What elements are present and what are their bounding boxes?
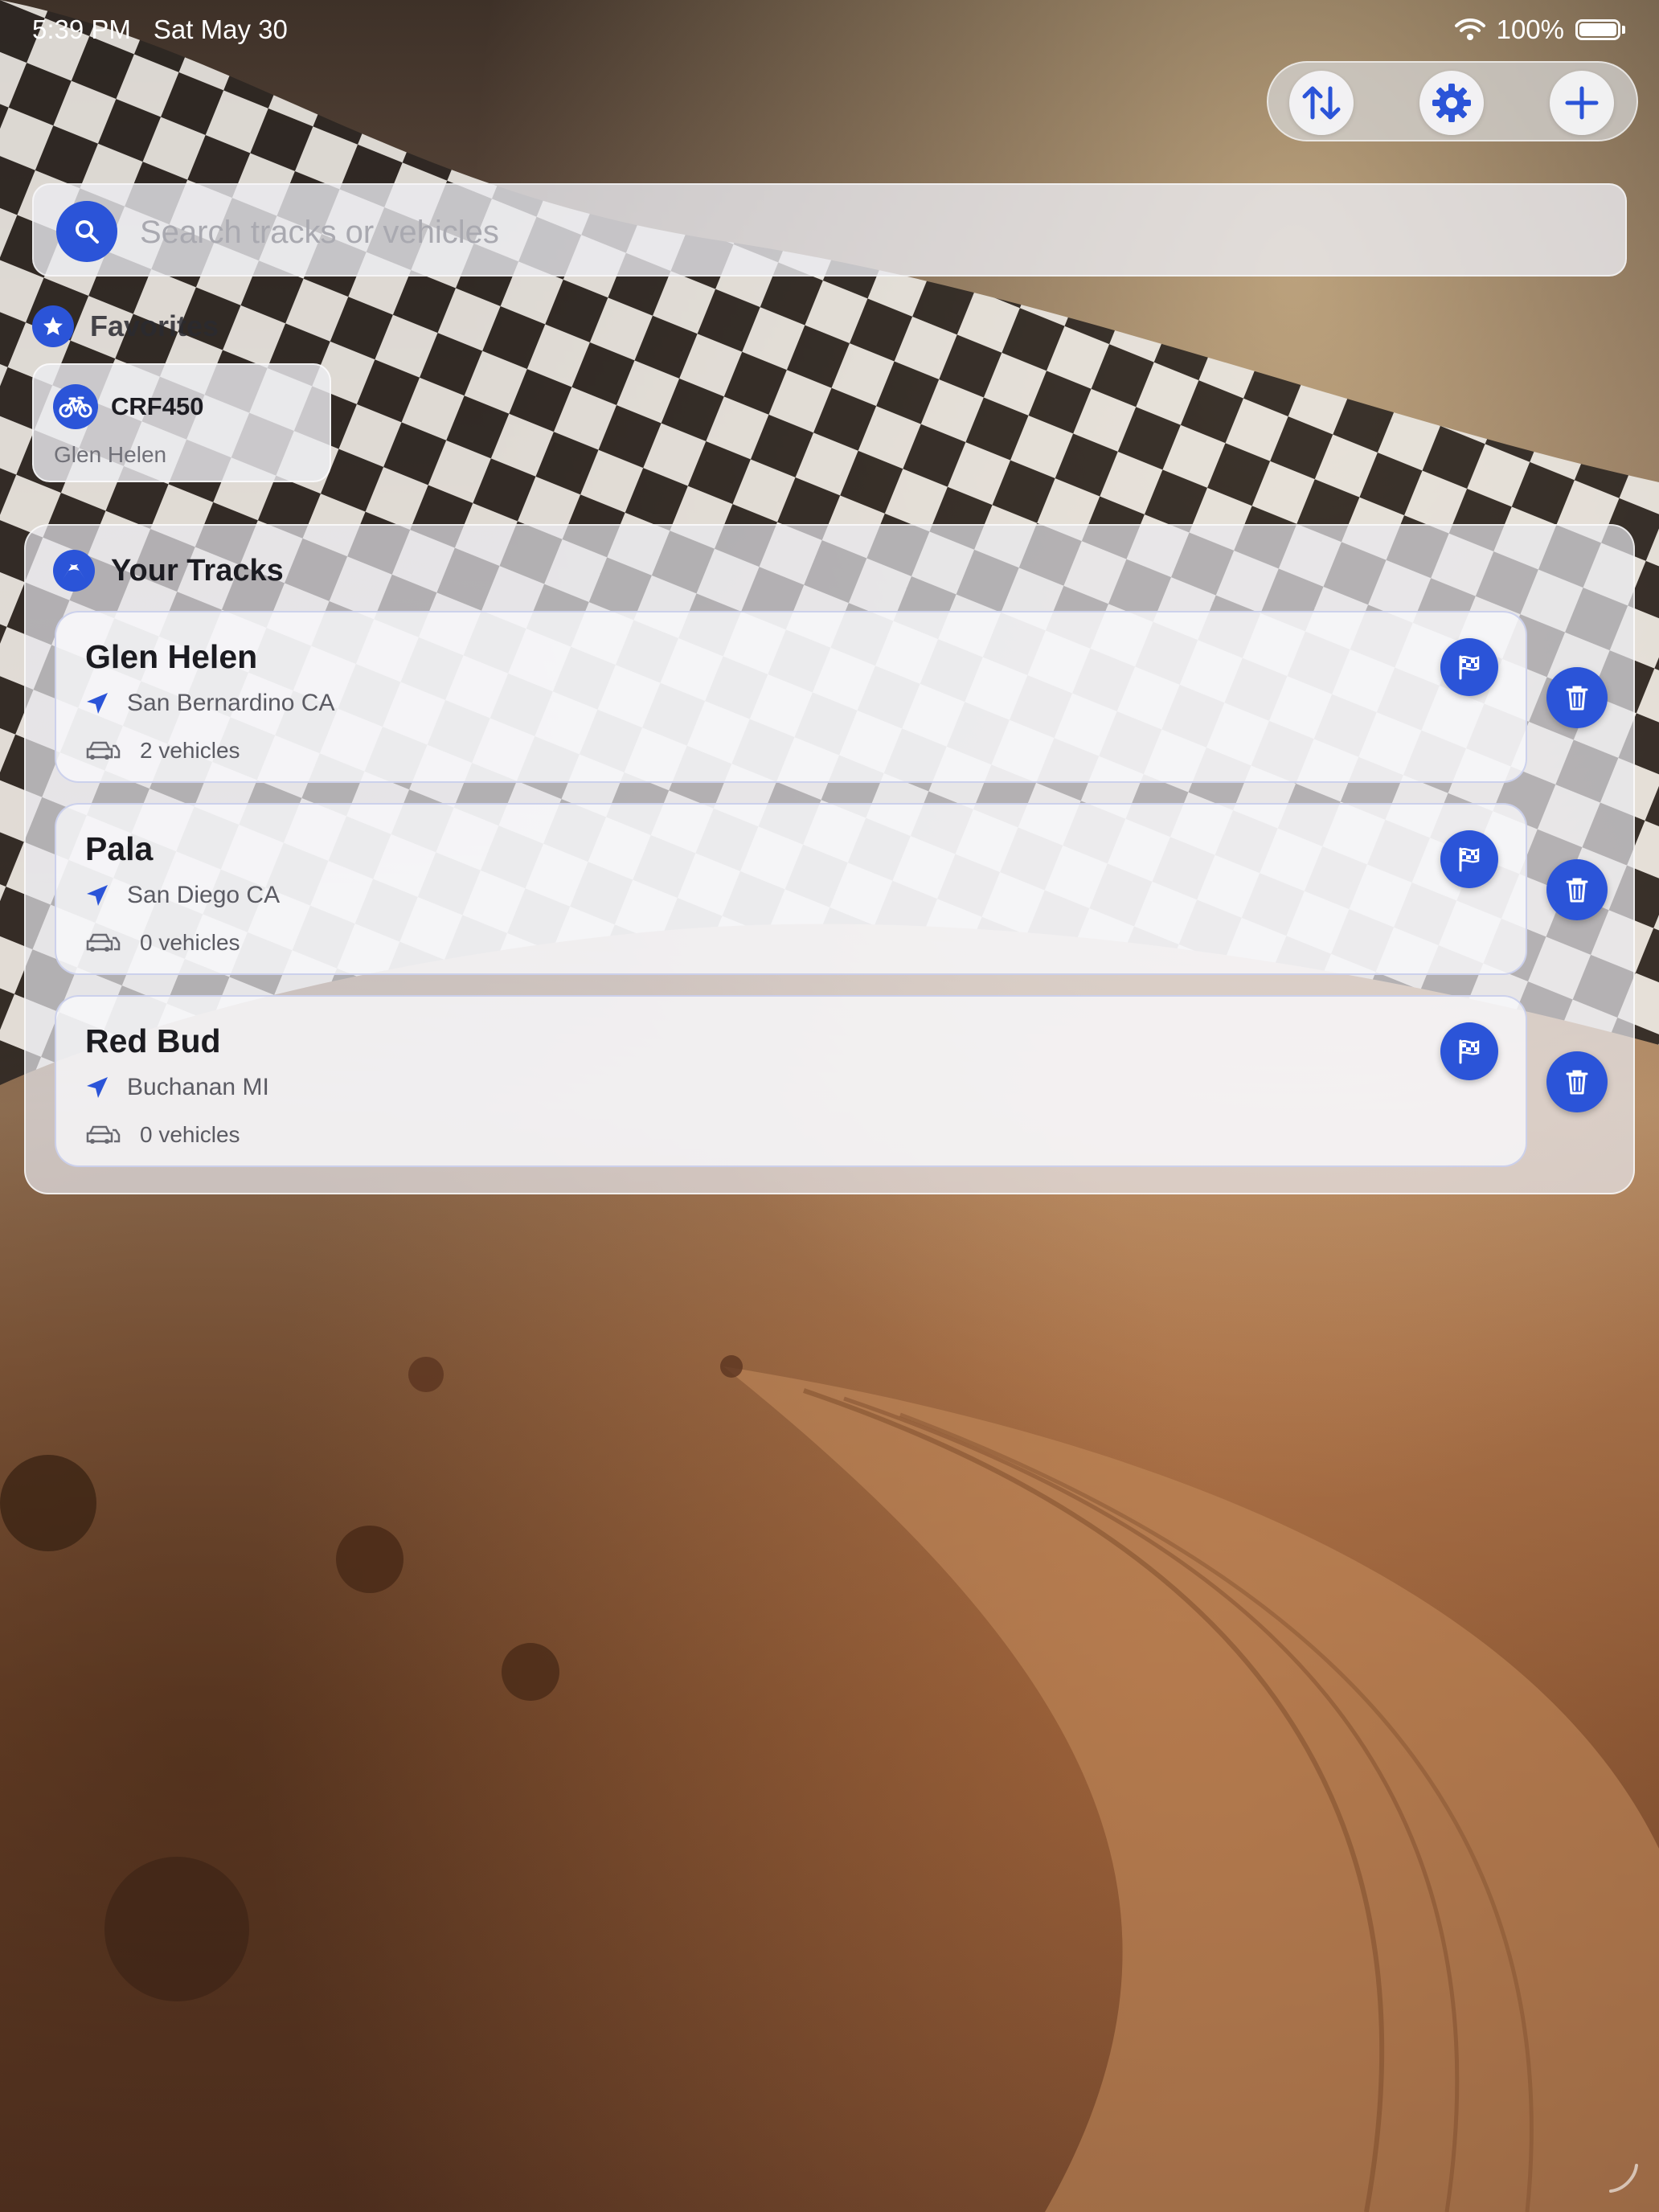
delete-track-button[interactable] [1546,1051,1608,1112]
add-button[interactable] [1550,71,1614,135]
gear-icon [1432,84,1471,122]
plus-icon [1565,86,1599,120]
track-vehicle-count: 2 vehicles [140,738,240,763]
location-arrow-icon [87,693,108,714]
favorite-track-name: Glen Helen [54,442,167,467]
arrow-up-down-icon [1302,86,1341,120]
status-bar: 5:39 PM Sat May 30 100% [0,0,1659,58]
track-vehicles-row: 2 vehicles [85,738,240,764]
checkered-flag-icon [1459,847,1480,872]
status-time: 5:39 PM [32,14,131,44]
your-tracks-header: Your Tracks [53,550,284,592]
delete-track-button[interactable] [1546,667,1608,728]
track-vehicle-count: 0 vehicles [140,1122,240,1147]
track-flag-button[interactable] [1440,1022,1498,1080]
top-toolbar [1267,61,1638,141]
trash-icon [1566,878,1588,903]
search-input[interactable] [138,209,1588,256]
track-name: Red Bud [85,1022,221,1059]
dirt-track-background [0,1355,1659,2212]
track-vehicles-row: 0 vehicles [85,930,240,956]
track-vehicle-count: 0 vehicles [140,930,240,955]
track-card[interactable]: Pala San Diego CA 0 vehicles [55,803,1527,975]
track-location: San Diego CA [127,882,281,908]
trash-icon [1566,686,1588,711]
trash-icon [1566,1070,1588,1095]
search-button[interactable] [56,201,117,262]
track-location-row: Buchanan MI [85,1074,269,1101]
settings-button[interactable] [1419,71,1484,135]
cars-icon [86,741,121,760]
checkered-flag-icon [1459,1039,1480,1064]
cars-icon [86,933,121,952]
location-arrow-icon [87,885,108,906]
status-date: Sat May 30 [153,14,288,44]
battery-percentage: 100% [1496,14,1564,44]
track-location: Buchanan MI [127,1074,269,1100]
track-location: San Bernardino CA [127,690,335,716]
favorites-header: Favorites [32,305,219,347]
wifi-icon [1454,18,1485,40]
crossed-flags-icon [53,550,95,592]
track-flag-button[interactable] [1440,638,1498,696]
track-flag-button[interactable] [1440,830,1498,888]
track-card[interactable]: Red Bud Buchanan MI 0 vehicles [55,995,1527,1167]
track-location-row: San Diego CA [85,882,280,909]
delete-track-button[interactable] [1546,859,1608,920]
favorite-vehicle-name: CRF450 [111,392,204,420]
your-tracks-title: Your Tracks [111,553,284,588]
window-resize-handle[interactable] [1608,2162,1640,2194]
track-card[interactable]: Glen Helen San Bernardino CA 2 vehicles [55,611,1527,783]
track-name: Pala [85,830,154,867]
bicycle-icon [53,384,98,429]
cars-icon [86,1125,121,1144]
battery-tip [1622,26,1625,34]
sort-button[interactable] [1289,71,1354,135]
track-location-row: San Bernardino CA [85,690,335,717]
location-arrow-icon [87,1077,108,1098]
your-tracks-panel: Your Tracks Glen Helen San Bernardino CA… [24,524,1635,1194]
favorite-card[interactable]: CRF450 Glen Helen [32,363,331,482]
track-vehicles-row: 0 vehicles [85,1122,240,1148]
track-name: Glen Helen [85,638,258,675]
favorites-title: Favorites [90,309,219,342]
battery-icon [1575,19,1620,40]
search-icon [76,220,99,244]
checkered-flag-icon [1459,655,1480,680]
star-icon [32,305,74,347]
search-bar [32,183,1627,276]
